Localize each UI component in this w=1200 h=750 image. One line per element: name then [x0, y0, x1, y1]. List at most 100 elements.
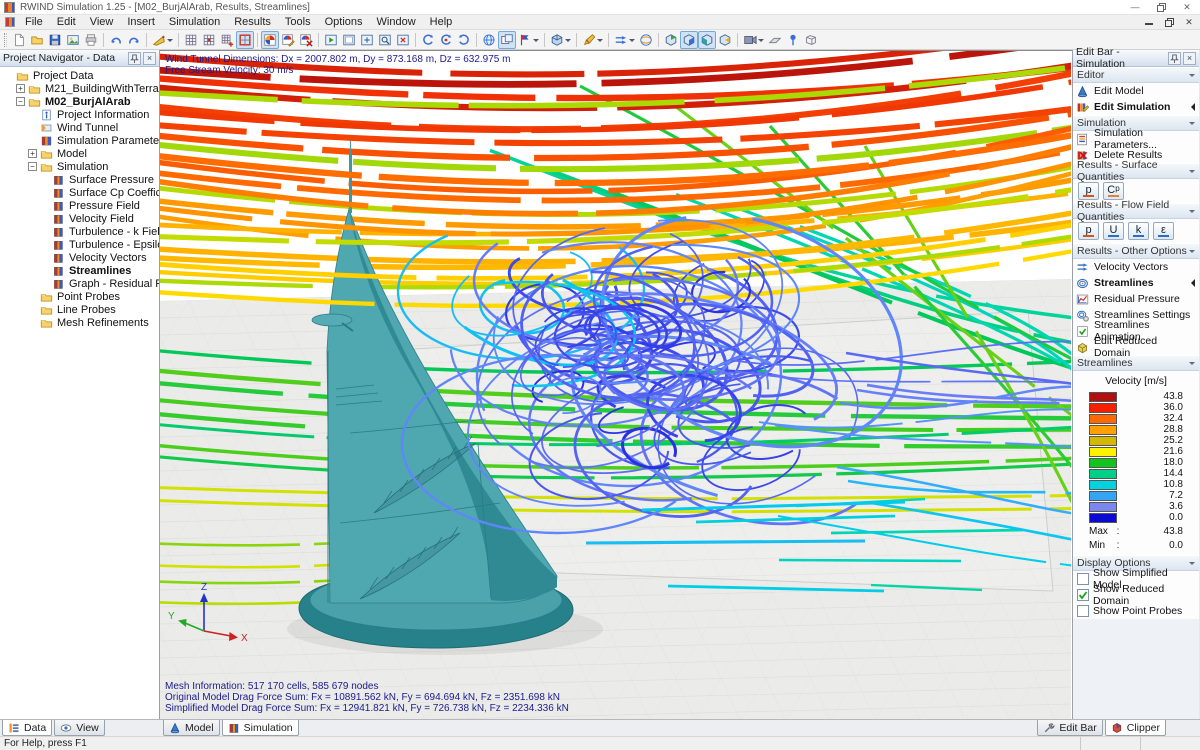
undo-button[interactable]: [107, 31, 125, 49]
tree-item-model[interactable]: +Model: [1, 147, 159, 160]
menu-file[interactable]: File: [18, 15, 50, 29]
checkbox-unchecked[interactable]: [1077, 605, 1089, 617]
display-flags-button[interactable]: [516, 31, 541, 49]
close-results-button[interactable]: [394, 31, 412, 49]
section-header-results-flow-field-quantities[interactable]: Results - Flow Field Quantities: [1073, 203, 1199, 219]
edit-bar-item-residual-pressure[interactable]: Residual Pressure: [1073, 291, 1199, 307]
mesh-button[interactable]: [182, 31, 200, 49]
zoom-window-button[interactable]: [376, 31, 394, 49]
wind-tunnel-settings-button[interactable]: [297, 31, 315, 49]
redo-button[interactable]: [125, 31, 143, 49]
save-project-button[interactable]: [46, 31, 64, 49]
quantity-button-u[interactable]: U: [1103, 222, 1124, 240]
mesh-refinement-button[interactable]: [218, 31, 236, 49]
clip-custom-button[interactable]: [716, 31, 734, 49]
clip-y-button[interactable]: [680, 31, 698, 49]
rotate-left-button[interactable]: [419, 31, 437, 49]
pin-icon[interactable]: [1168, 52, 1181, 65]
streamlines-toggle-button[interactable]: [637, 31, 655, 49]
checkbox-unchecked[interactable]: [1077, 573, 1089, 585]
new-window-button[interactable]: [498, 31, 516, 49]
close-icon[interactable]: ×: [1183, 52, 1196, 65]
domain-box-button[interactable]: [802, 31, 820, 49]
clip-z-button[interactable]: [698, 31, 716, 49]
tree-item-simulation[interactable]: −Simulation: [1, 160, 159, 173]
tab-view[interactable]: View: [54, 720, 105, 736]
checkbox-row-show-point-probes[interactable]: Show Point Probes: [1073, 603, 1199, 619]
edit-bar-item-velocity-vectors[interactable]: Velocity Vectors: [1073, 259, 1199, 275]
tree-item-surface-pressure[interactable]: Surface Pressure: [1, 173, 159, 186]
menu-simulation[interactable]: Simulation: [162, 15, 227, 29]
tree-item-point-probes[interactable]: Point Probes: [1, 290, 159, 303]
tree-item-velocity-field[interactable]: Velocity Field: [1, 212, 159, 225]
tab-clipper[interactable]: Clipper: [1105, 720, 1166, 736]
expander-minus-icon[interactable]: −: [16, 97, 25, 106]
edit-bar-item-edit-reduced-domain[interactable]: Edit Reduced Domain: [1073, 339, 1199, 355]
show-model-button[interactable]: [340, 31, 358, 49]
expander-plus-icon[interactable]: +: [16, 84, 25, 93]
section-header-results-other-options[interactable]: Results - Other Options: [1073, 243, 1199, 259]
isometric-view-button[interactable]: [480, 31, 498, 49]
fit-view-button[interactable]: [358, 31, 376, 49]
minimize-button[interactable]: —: [1122, 0, 1148, 14]
expander-minus-icon[interactable]: −: [28, 162, 37, 171]
toolbar-handle[interactable]: [4, 33, 7, 47]
quantity-button-ε[interactable]: ε: [1153, 222, 1174, 240]
edit-bar-item-simulation-parameters-[interactable]: Simulation Parameters...: [1073, 131, 1199, 147]
close-icon[interactable]: ×: [143, 52, 156, 65]
menu-insert[interactable]: Insert: [120, 15, 162, 29]
menu-options[interactable]: Options: [318, 15, 370, 29]
menu-help[interactable]: Help: [423, 15, 460, 29]
quantity-button-cp[interactable]: Cp: [1103, 182, 1124, 200]
pin-icon[interactable]: [128, 52, 141, 65]
scene-3d-view[interactable]: ZXY: [160, 51, 1071, 719]
menu-window[interactable]: Window: [370, 15, 423, 29]
clip-x-button[interactable]: [662, 31, 680, 49]
animation-button[interactable]: [741, 31, 766, 49]
menu-tools[interactable]: Tools: [278, 15, 318, 29]
tree-item-turbulence-epsilon-field[interactable]: Turbulence - Epsilon Field: [1, 238, 159, 251]
open-project-button[interactable]: [28, 31, 46, 49]
tree-item-streamlines[interactable]: Streamlines: [1, 264, 159, 277]
expander-plus-icon[interactable]: +: [28, 149, 37, 158]
mdi-minimize-button[interactable]: [1142, 17, 1156, 28]
tab-data[interactable]: Data: [2, 720, 52, 736]
edit-bar-item-streamlines[interactable]: Streamlines: [1073, 275, 1199, 291]
tree-item-graph-residual-pressure[interactable]: Graph - Residual Pressure: [1, 277, 159, 290]
tab-simulation[interactable]: Simulation: [222, 720, 299, 736]
mdi-close-button[interactable]: ✕: [1182, 17, 1196, 28]
quantity-button-k[interactable]: k: [1128, 222, 1149, 240]
section-header-results-surface-quantities[interactable]: Results - Surface Quantities: [1073, 163, 1199, 179]
point-probe-button[interactable]: [784, 31, 802, 49]
edit-bar-item-edit-simulation[interactable]: Edit Simulation: [1073, 99, 1199, 115]
quantity-button-p[interactable]: p: [1078, 222, 1099, 240]
tree-item-project-information[interactable]: Project Information: [1, 108, 159, 121]
tree-item-surface-cp-coefficient[interactable]: Surface Cp Coefficient: [1, 186, 159, 199]
mdi-restore-button[interactable]: [1162, 17, 1176, 28]
edit-model-button[interactable]: [150, 31, 175, 49]
tab-edit-bar[interactable]: Edit Bar: [1037, 720, 1102, 736]
wind-tunnel-edit-button[interactable]: [279, 31, 297, 49]
checkbox-row-show-reduced-domain[interactable]: Show Reduced Domain: [1073, 587, 1199, 603]
mesh-nodes-button[interactable]: [200, 31, 218, 49]
mesh-frame-button[interactable]: [236, 31, 254, 49]
restore-button[interactable]: [1148, 0, 1174, 14]
tree-item-project-data[interactable]: Project Data: [1, 69, 159, 82]
render-mode-button[interactable]: [548, 31, 573, 49]
start-simulation-button[interactable]: [322, 31, 340, 49]
tree-item-mesh-refinements[interactable]: Mesh Refinements: [1, 316, 159, 329]
tree-item-simulation-parameters[interactable]: Simulation Parameters: [1, 134, 159, 147]
close-button[interactable]: ✕: [1174, 0, 1200, 14]
velocity-vectors-toggle-button[interactable]: [612, 31, 637, 49]
new-project-button[interactable]: [10, 31, 28, 49]
rotate-right-button[interactable]: [455, 31, 473, 49]
tab-model[interactable]: Model: [163, 720, 220, 736]
tree-item-m21-buildingwithterrain[interactable]: +M21_BuildingWithTerrain: [1, 82, 159, 95]
menu-results[interactable]: Results: [227, 15, 278, 29]
edit-bar-item-edit-model[interactable]: Edit Model: [1073, 83, 1199, 99]
result-plane-button[interactable]: [766, 31, 784, 49]
menu-view[interactable]: View: [83, 15, 121, 29]
tree-item-velocity-vectors[interactable]: Velocity Vectors: [1, 251, 159, 264]
screenshot-button[interactable]: [64, 31, 82, 49]
rotate-free-button[interactable]: [437, 31, 455, 49]
